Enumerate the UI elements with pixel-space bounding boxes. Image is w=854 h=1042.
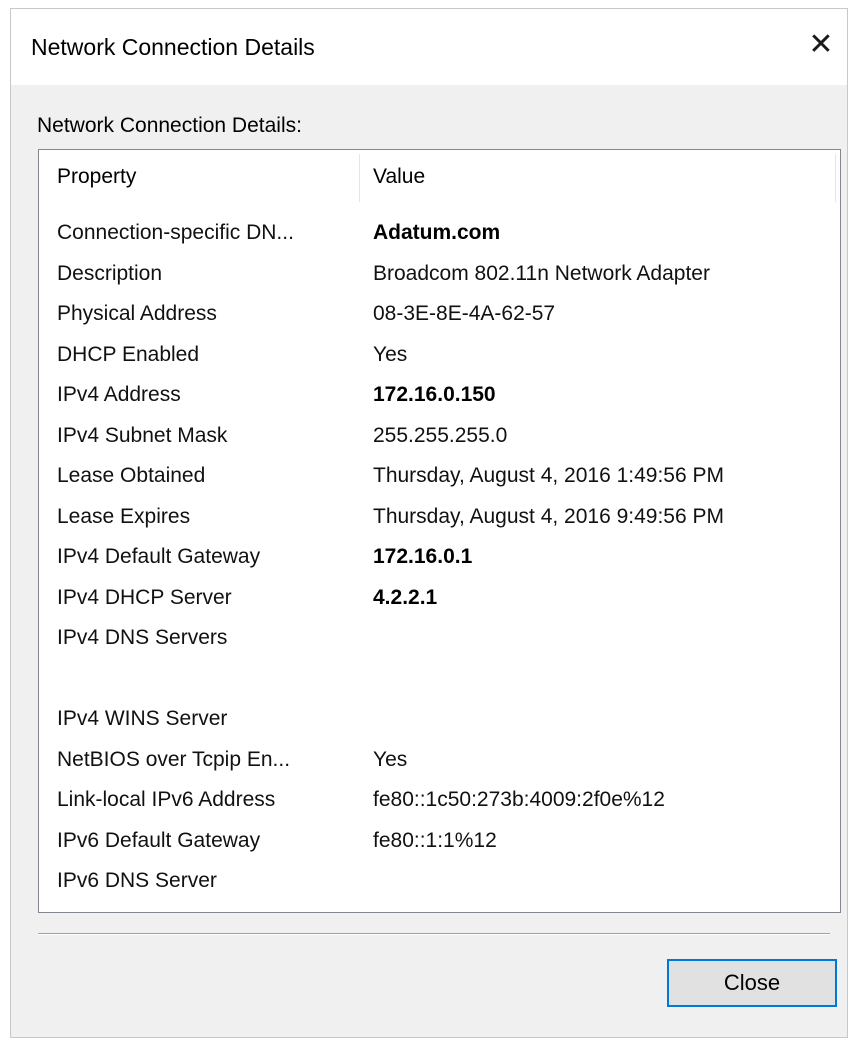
column-header-value[interactable]: Value (373, 164, 425, 190)
property-cell: Description (57, 261, 163, 285)
property-cell: IPv4 Address (57, 383, 181, 406)
value-cell: Thursday, August 4, 2016 1:49:56 PM (373, 464, 725, 487)
property-cell: IPv4 Default Gateway (57, 545, 261, 568)
list-item[interactable]: Lease Expires Thursday, August 4, 2016 9:… (39, 498, 840, 539)
value-cell: 08-3E-8E-4A-62-57 (373, 302, 556, 325)
value-cell: Yes (373, 342, 408, 366)
list-item[interactable]: IPv4 WINS Server (39, 700, 840, 741)
list-item[interactable]: IPv4 DNS Servers (39, 619, 840, 660)
details-group-label: Network Connection Details: (37, 114, 302, 137)
property-cell: IPv4 DHCP Server (57, 585, 232, 609)
property-cell: IPv6 Default Gateway (57, 828, 261, 852)
value-cell: 255.255.255.0 (373, 423, 508, 447)
list-item[interactable]: Connection-specific DN... Adatum.com (39, 214, 840, 255)
property-cell: IPv6 DNS Server (57, 869, 217, 892)
property-cell: Connection-specific DN... (57, 221, 294, 244)
list-item[interactable]: IPv4 DHCP Server 4.2.2.1 (39, 579, 840, 620)
value-cell: 4.2.2.1 (373, 585, 438, 609)
title-bar[interactable]: Network Connection Details ✕ (11, 9, 847, 85)
network-connection-details-dialog: Network Connection Details ✕ Network Con… (10, 8, 848, 1038)
list-item[interactable]: IPv4 Address 172.16.0.150 (39, 376, 840, 417)
value-cell: 172.16.0.150 (373, 383, 496, 406)
list-item[interactable] (39, 660, 840, 701)
column-divider[interactable] (359, 154, 360, 202)
close-icon[interactable]: ✕ (801, 25, 841, 65)
list-item[interactable]: Description Broadcom 802.11n Network Adap… (39, 255, 840, 296)
list-header: Property Value (39, 150, 840, 206)
separator-line (38, 933, 830, 935)
value-cell: 172.16.0.1 (373, 545, 473, 568)
property-cell: NetBIOS over Tcpip En... (57, 747, 291, 771)
property-cell: IPv4 Subnet Mask (57, 423, 228, 447)
list-item[interactable]: Link-local IPv6 Address fe80::1c50:273b:4… (39, 781, 840, 822)
value-cell: fe80::1:1%12 (373, 828, 497, 852)
list-item[interactable]: IPv6 DNS Server (39, 862, 840, 903)
property-cell: DHCP Enabled (57, 342, 200, 366)
property-cell: IPv4 WINS Server (57, 707, 228, 730)
list-item[interactable]: IPv6 Default Gateway fe80::1:1%12 (39, 822, 840, 863)
list-item[interactable]: Lease Obtained Thursday, August 4, 2016 1… (39, 457, 840, 498)
value-cell: Adatum.com (373, 221, 501, 244)
column-divider[interactable] (835, 154, 836, 202)
close-button[interactable]: Close (667, 959, 837, 1007)
property-cell: Lease Obtained (57, 464, 206, 487)
value-cell: fe80::1c50:273b:4009:2f0e%12 (373, 788, 665, 811)
list-item[interactable]: IPv4 Subnet Mask 255.255.255.0 (39, 417, 840, 458)
list-item[interactable]: Physical Address 08-3E-8E-4A-62-57 (39, 295, 840, 336)
value-cell: Broadcom 802.11n Network Adapter (373, 261, 710, 285)
property-cell: IPv4 DNS Servers (57, 626, 228, 649)
details-list-view[interactable]: Property Value Connection-specific DN...… (38, 149, 841, 913)
value-cell: Thursday, August 4, 2016 9:49:56 PM (373, 504, 725, 528)
window-title: Network Connection Details (31, 34, 315, 60)
property-cell: Lease Expires (57, 504, 191, 528)
list-item[interactable]: IPv4 Default Gateway 172.16.0.1 (39, 538, 840, 579)
value-cell: Yes (373, 747, 408, 771)
list-item[interactable]: NetBIOS over Tcpip En... Yes (39, 741, 840, 782)
list-item[interactable]: DHCP Enabled Yes (39, 336, 840, 377)
property-cell: Physical Address (57, 302, 217, 325)
column-header-property[interactable]: Property (57, 164, 136, 190)
list-rows: Connection-specific DN... Adatum.com Descr… (39, 214, 840, 903)
property-cell: Link-local IPv6 Address (57, 788, 276, 811)
